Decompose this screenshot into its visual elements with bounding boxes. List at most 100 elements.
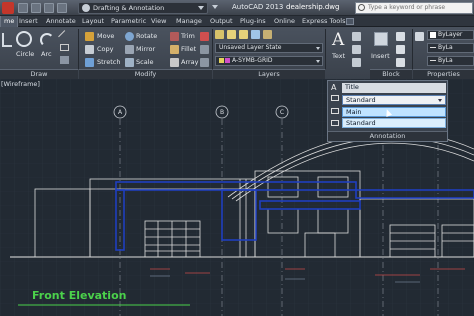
tab-output[interactable]: Output bbox=[207, 16, 236, 27]
search-input[interactable]: Type a keyword or phrase bbox=[355, 2, 473, 14]
copy-button[interactable]: Copy bbox=[97, 45, 114, 53]
layers-panel-label: Layers bbox=[258, 70, 280, 78]
insert-block-icon bbox=[374, 32, 388, 46]
offset-icon[interactable] bbox=[200, 58, 209, 67]
dimension-icon[interactable] bbox=[352, 32, 361, 41]
chevron-down-icon bbox=[438, 99, 442, 102]
app-menu-icon[interactable] bbox=[2, 2, 14, 14]
layer-off-icon[interactable] bbox=[227, 30, 236, 39]
save-icon[interactable] bbox=[44, 3, 54, 13]
grid-bubble-b: B bbox=[220, 109, 224, 116]
text-tool[interactable]: A Text bbox=[330, 30, 348, 62]
layers-panel-title[interactable]: Layers bbox=[213, 69, 325, 79]
table-icon[interactable] bbox=[352, 58, 361, 67]
trim-icon[interactable] bbox=[170, 32, 179, 41]
layers-panel: Unsaved Layer State A-SYMB-GRID bbox=[213, 27, 325, 69]
annotation-panel-label: Annotation bbox=[369, 132, 406, 140]
arc-icon[interactable] bbox=[40, 33, 54, 47]
mirror-icon[interactable] bbox=[125, 45, 134, 54]
divider bbox=[412, 29, 413, 69]
tab-view[interactable]: View bbox=[148, 16, 169, 27]
trim-button[interactable]: Trim bbox=[181, 32, 195, 40]
layer-properties-icon[interactable] bbox=[215, 30, 224, 39]
line-icon[interactable] bbox=[58, 30, 71, 43]
tab-layout[interactable]: Layout bbox=[79, 16, 107, 27]
fillet-icon[interactable] bbox=[170, 45, 179, 54]
layer-lock-icon[interactable] bbox=[263, 30, 272, 39]
draw-panel-title[interactable]: Draw bbox=[0, 69, 78, 79]
color-select[interactable]: ByLayer bbox=[427, 30, 474, 40]
mirror-button[interactable]: Mirror bbox=[136, 45, 155, 53]
properties-panel-title[interactable]: Properties bbox=[413, 69, 474, 79]
array-button[interactable]: Array bbox=[181, 58, 199, 66]
copy-icon[interactable] bbox=[85, 45, 94, 54]
fillet-button[interactable]: Fillet bbox=[181, 45, 196, 53]
polyline-icon[interactable] bbox=[2, 33, 12, 47]
dropdown-arrow-icon[interactable] bbox=[212, 5, 218, 9]
tab-annotate[interactable]: Annotate bbox=[43, 16, 79, 27]
workspace-label: Drafting & Annotation bbox=[93, 4, 165, 12]
layer-state-value: Unsaved Layer State bbox=[219, 44, 282, 51]
hatch-icon[interactable] bbox=[60, 56, 69, 64]
rotate-button[interactable]: Rotate bbox=[136, 32, 157, 40]
style-option-standard[interactable]: Standard bbox=[342, 118, 446, 128]
new-file-icon[interactable] bbox=[18, 3, 28, 13]
annotation-panel-title[interactable]: Annotation bbox=[328, 131, 447, 141]
draw-panel-label: Draw bbox=[30, 70, 48, 78]
block-panel-label: Block bbox=[382, 70, 400, 78]
mouse-cursor-icon bbox=[383, 108, 393, 117]
tab-insert[interactable]: Insert bbox=[16, 16, 41, 27]
style-option-main[interactable]: Main bbox=[342, 107, 446, 117]
grid-bubble-c: C bbox=[280, 109, 284, 116]
erase-icon[interactable] bbox=[200, 32, 209, 41]
undo-icon[interactable] bbox=[57, 3, 67, 13]
scale-icon[interactable] bbox=[125, 58, 134, 67]
current-layer-select[interactable]: A-SYMB-GRID bbox=[215, 56, 323, 66]
scale-button[interactable]: Scale bbox=[136, 58, 154, 66]
divider bbox=[325, 29, 326, 69]
modify-panel: Move Rotate Trim Copy Mirror Fillet Stre… bbox=[79, 27, 212, 69]
create-block-icon[interactable] bbox=[396, 32, 405, 41]
viewport-label[interactable]: [Wireframe] bbox=[1, 80, 40, 88]
workspace-switcher[interactable]: Drafting & Annotation bbox=[78, 2, 208, 14]
layer-isolate-icon[interactable] bbox=[239, 30, 248, 39]
array-icon[interactable] bbox=[170, 58, 179, 67]
leader-icon[interactable] bbox=[352, 45, 361, 54]
dimension-style-select[interactable]: Standard bbox=[342, 95, 446, 105]
explode-icon[interactable] bbox=[200, 45, 209, 54]
text-icon: A bbox=[332, 30, 345, 50]
circle-icon[interactable] bbox=[16, 31, 32, 47]
dim-style-icon bbox=[331, 95, 339, 101]
move-icon[interactable] bbox=[85, 32, 94, 41]
modify-panel-title[interactable]: Modify bbox=[79, 69, 212, 79]
circle-label: Circle bbox=[16, 50, 35, 58]
color-value: ByLayer bbox=[438, 31, 463, 38]
stretch-icon[interactable] bbox=[85, 58, 94, 67]
layer-freeze-icon[interactable] bbox=[251, 30, 260, 39]
layer-state-select[interactable]: Unsaved Layer State bbox=[215, 43, 323, 53]
match-properties-icon[interactable] bbox=[415, 32, 424, 41]
rectangle-icon[interactable] bbox=[60, 44, 69, 51]
linetype-select[interactable]: ByLa bbox=[427, 56, 474, 66]
text-style-select[interactable]: Title bbox=[342, 83, 446, 93]
tab-express-tools[interactable]: Express Tools bbox=[299, 16, 348, 27]
block-panel-title[interactable]: Block bbox=[370, 69, 412, 79]
app-title: AutoCAD 2013 bbox=[232, 3, 284, 11]
tab-online[interactable]: Online bbox=[271, 16, 298, 27]
option-main-label: Main bbox=[346, 108, 362, 116]
lineweight-select[interactable]: ByLa bbox=[427, 43, 474, 53]
block-attributes-icon[interactable] bbox=[396, 58, 405, 67]
document-title: dealership.dwg bbox=[286, 3, 340, 11]
edit-block-icon[interactable] bbox=[396, 45, 405, 54]
tab-manage[interactable]: Manage bbox=[173, 16, 205, 27]
drawing-title: Front Elevation bbox=[32, 289, 127, 302]
text-style-icon: A bbox=[331, 83, 337, 92]
tab-parametric[interactable]: Parametric bbox=[108, 16, 149, 27]
tab-plugins[interactable]: Plug-ins bbox=[237, 16, 269, 27]
minimize-ribbon-icon[interactable] bbox=[346, 18, 354, 25]
open-file-icon[interactable] bbox=[31, 3, 41, 13]
stretch-button[interactable]: Stretch bbox=[97, 58, 120, 66]
move-button[interactable]: Move bbox=[97, 32, 114, 40]
insert-tool[interactable]: Insert bbox=[371, 30, 393, 64]
rotate-icon[interactable] bbox=[125, 32, 134, 41]
